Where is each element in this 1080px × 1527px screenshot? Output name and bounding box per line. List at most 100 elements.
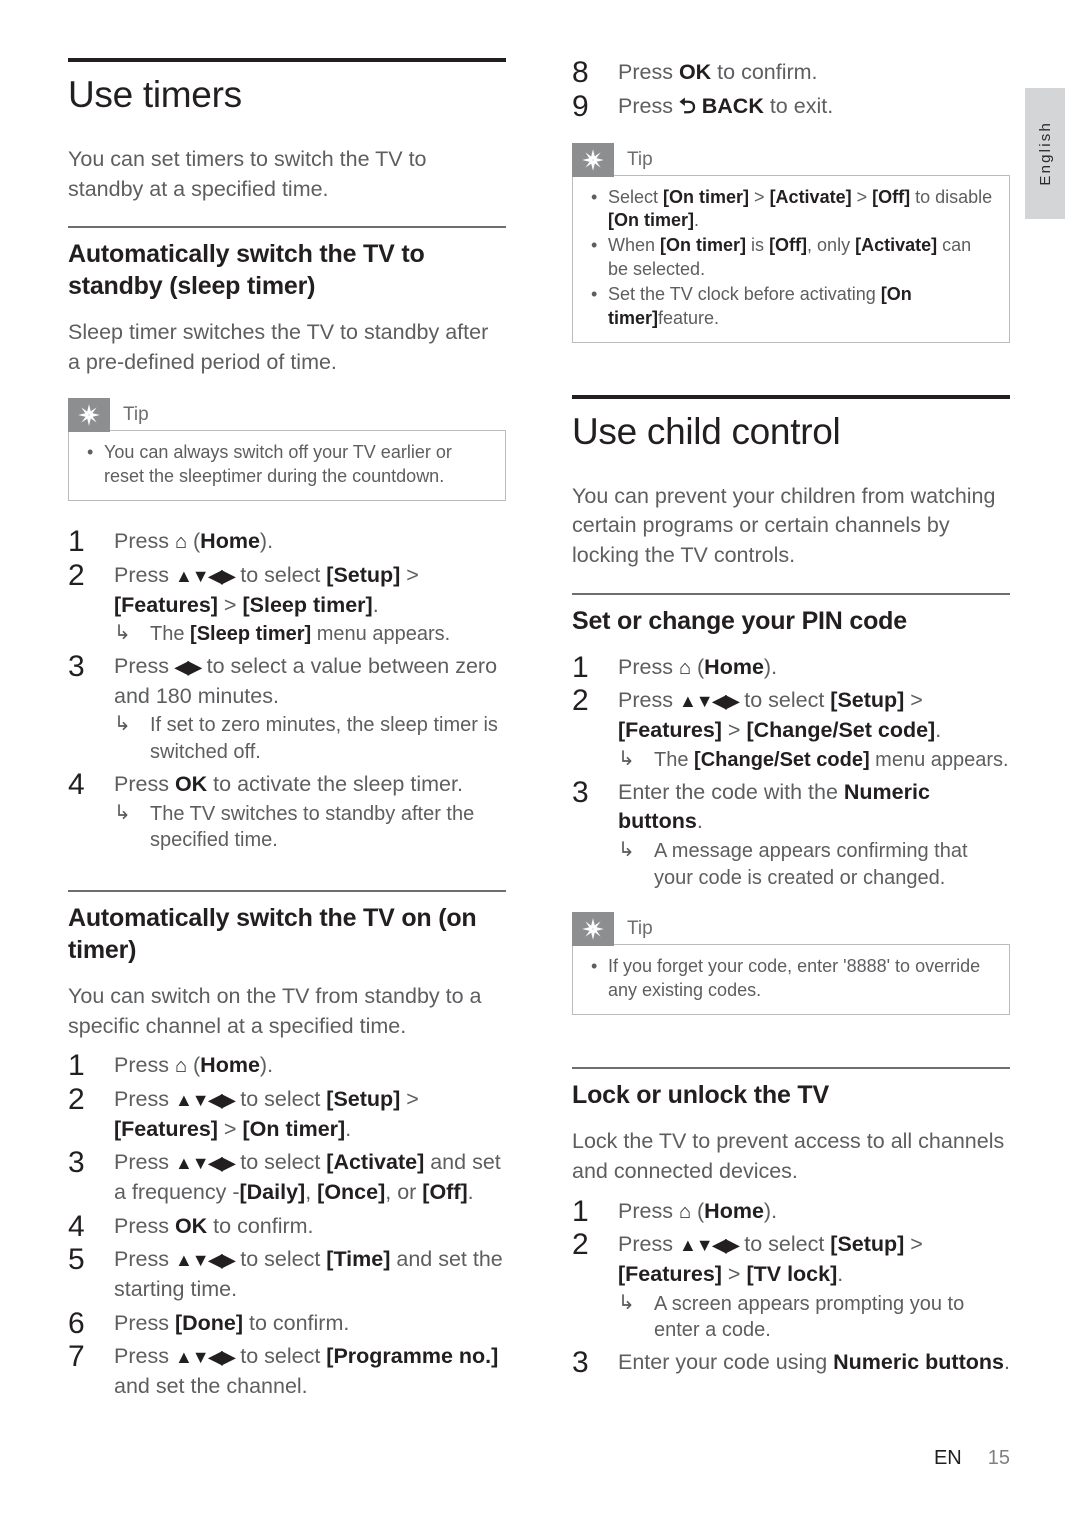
section-rule-top	[68, 58, 506, 62]
step-text: Press ▲▼◀▶ to select [Activate] and set …	[114, 1150, 501, 1205]
left-right-arrows-icon: ◀▶	[174, 657, 202, 678]
step-number: 8	[572, 56, 589, 89]
step-text: Press [Done] to confirm.	[114, 1310, 350, 1335]
tip-item-text: When [On timer] is [Off], only [Activate…	[608, 235, 972, 279]
left-column: Use timers You can set timers to switch …	[68, 58, 506, 1424]
step-number: 6	[68, 1306, 85, 1340]
step-number: 7	[68, 1340, 85, 1374]
step-item: 2 Press ▲▼◀▶ to select [Setup] > [Featur…	[572, 1228, 1010, 1344]
step-item: 5 Press ▲▼◀▶ to select [Time] and set th…	[68, 1243, 506, 1304]
heading-pin-code: Set or change your PIN code	[572, 606, 907, 635]
step-number: 2	[68, 1083, 85, 1117]
tip-item-text: You can always switch off your TV earlie…	[104, 442, 452, 486]
step-text: Enter the code with the Numeric buttons.	[618, 779, 930, 834]
tip-item-text: If you forget your code, enter '8888' to…	[608, 956, 981, 1000]
step-text: Enter your code using Numeric buttons.	[618, 1350, 1010, 1375]
heading-on-timer: Automatically switch the TV on (on timer…	[68, 904, 477, 965]
step-result: ↳ If set to zero minutes, the sleep timer…	[114, 713, 498, 764]
tip-header: Tip	[572, 912, 1010, 947]
subsection-rule-tv-lock	[572, 1067, 1010, 1070]
tip-asterisk-icon	[572, 912, 614, 947]
step-number: 1	[572, 650, 589, 684]
step-text: Press ⮌ BACK to exit.	[618, 93, 834, 118]
intro-sleep-timer: Sleep timer switches the TV to standby a…	[68, 320, 489, 374]
step-item: 9 Press ⮌ BACK to exit.	[572, 90, 1010, 123]
step-number: 1	[572, 1194, 589, 1228]
subsection-rule-pin-code	[572, 592, 1010, 595]
step-text: Press OK to confirm.	[114, 1213, 314, 1238]
tip-content: • If you forget your code, enter '8888' t…	[572, 944, 1010, 1016]
step-text: Press OK to activate the sleep timer.	[114, 771, 463, 796]
step-result: ↳ The TV switches to standby after the sp…	[114, 801, 475, 852]
tip-list: • If you forget your code, enter '8888' t…	[587, 955, 995, 1002]
step-result: ↳ The [Change/Set code] menu appears.	[618, 747, 1009, 771]
step-number: 2	[572, 1228, 589, 1262]
tip-list: • You can always switch off your TV earli…	[83, 441, 491, 488]
step-text: Press ▲▼◀▶ to select [Setup] > [Features…	[114, 562, 419, 617]
dpad-arrows-icon: ▲▼◀▶	[678, 691, 739, 712]
tip-list: • Select [On timer] > [Activate] > [Off] …	[587, 186, 995, 330]
result-arrow-icon: ↳	[114, 622, 131, 645]
tip-label: Tip	[123, 404, 149, 426]
step-number: 3	[68, 1146, 85, 1180]
result-arrow-icon: ↳	[114, 713, 131, 736]
tip-label: Tip	[627, 148, 653, 170]
subsection-rule-on-timer	[68, 890, 506, 893]
manual-page: English Use timers You can set timers to…	[0, 0, 1080, 1527]
page-footer: EN 15	[0, 1447, 1010, 1470]
section-intro-child-control: You can prevent your children from watch…	[572, 483, 996, 568]
tip-header: Tip	[572, 142, 1010, 177]
step-item: 7 Press ▲▼◀▶ to select [Programme no.] a…	[68, 1340, 506, 1401]
intro-on-timer: You can switch on the TV from standby to…	[68, 984, 482, 1038]
step-text: Press ▲▼◀▶ to select [Setup] > [Features…	[618, 1232, 923, 1286]
right-column: 8 Press OK to confirm. 9 Press ⮌ BACK to…	[572, 56, 1010, 1400]
bullet-icon: •	[87, 442, 94, 463]
step-number: 5	[68, 1243, 85, 1277]
step-item: 8 Press OK to confirm.	[572, 56, 1010, 89]
heading-tv-lock: Lock or unlock the TV	[572, 1081, 829, 1110]
step-result: ↳ The [Sleep timer] menu appears.	[114, 622, 451, 646]
step-number: 3	[572, 775, 589, 809]
tip-label: Tip	[627, 918, 653, 940]
steps-on-timer-continued: 8 Press OK to confirm. 9 Press ⮌ BACK to…	[572, 56, 1010, 123]
step-item: 4 Press OK to activate the sleep timer. …	[68, 768, 506, 854]
home-icon: ⌂	[174, 1055, 188, 1078]
dpad-arrows-icon: ▲▼◀▶	[174, 565, 235, 586]
language-tab-label: English	[1036, 121, 1054, 186]
dpad-arrows-icon: ▲▼◀▶	[174, 1153, 235, 1174]
section-title-child-control: Use child control	[572, 410, 841, 452]
dpad-arrows-icon: ▲▼◀▶	[174, 1090, 235, 1111]
steps-sleep-timer: 1 Press ⌂ (Home). 2 Press ▲▼◀▶ to select…	[68, 525, 506, 854]
tip-asterisk-icon	[572, 142, 614, 177]
tip-content: • You can always switch off your TV earli…	[68, 430, 506, 502]
step-number: 3	[572, 1346, 589, 1380]
result-arrow-icon: ↳	[618, 838, 635, 861]
home-icon: ⌂	[174, 531, 188, 554]
dpad-arrows-icon: ▲▼◀▶	[174, 1347, 235, 1368]
steps-tv-lock: 1 Press ⌂ (Home). 2 Press ▲▼◀▶ to select…	[572, 1194, 1010, 1380]
page-number: 15	[987, 1447, 1010, 1469]
tip-item-text: Set the TV clock before activating [On t…	[608, 284, 912, 328]
tip-box-sleep-timer: Tip • You can always switch off your TV e…	[68, 398, 506, 502]
step-text: Press ⌂ (Home).	[114, 1053, 274, 1078]
steps-on-timer: 1 Press ⌂ (Home). 2 Press ▲▼◀▶ to select…	[68, 1049, 506, 1401]
result-arrow-icon: ↳	[114, 801, 131, 824]
step-item: 2 Press ▲▼◀▶ to select [Setup] > [Featur…	[68, 559, 506, 648]
back-icon: ⮌	[678, 94, 696, 118]
tip-header: Tip	[68, 398, 506, 433]
step-text: Press ⌂ (Home).	[618, 1198, 778, 1223]
tip-box-pin-code: Tip • If you forget your code, enter '888…	[572, 912, 1010, 1016]
section-rule-child-control	[572, 394, 1010, 399]
step-number: 9	[572, 89, 589, 123]
bullet-icon: •	[591, 284, 598, 305]
tip-content: • Select [On timer] > [Activate] > [Off] …	[572, 174, 1010, 343]
step-item: 2 Press ▲▼◀▶ to select [Setup] > [Featur…	[68, 1083, 506, 1144]
step-item: 4 Press OK to confirm.	[68, 1210, 506, 1243]
step-item: 6 Press [Done] to confirm.	[68, 1307, 506, 1340]
steps-pin-code: 1 Press ⌂ (Home). 2 Press ▲▼◀▶ to select…	[572, 650, 1010, 892]
step-number: 3	[68, 650, 85, 684]
bullet-icon: •	[591, 235, 598, 256]
step-number: 4	[68, 1209, 85, 1243]
dpad-arrows-icon: ▲▼◀▶	[174, 1250, 235, 1271]
step-text: Press ⌂ (Home).	[114, 529, 274, 554]
